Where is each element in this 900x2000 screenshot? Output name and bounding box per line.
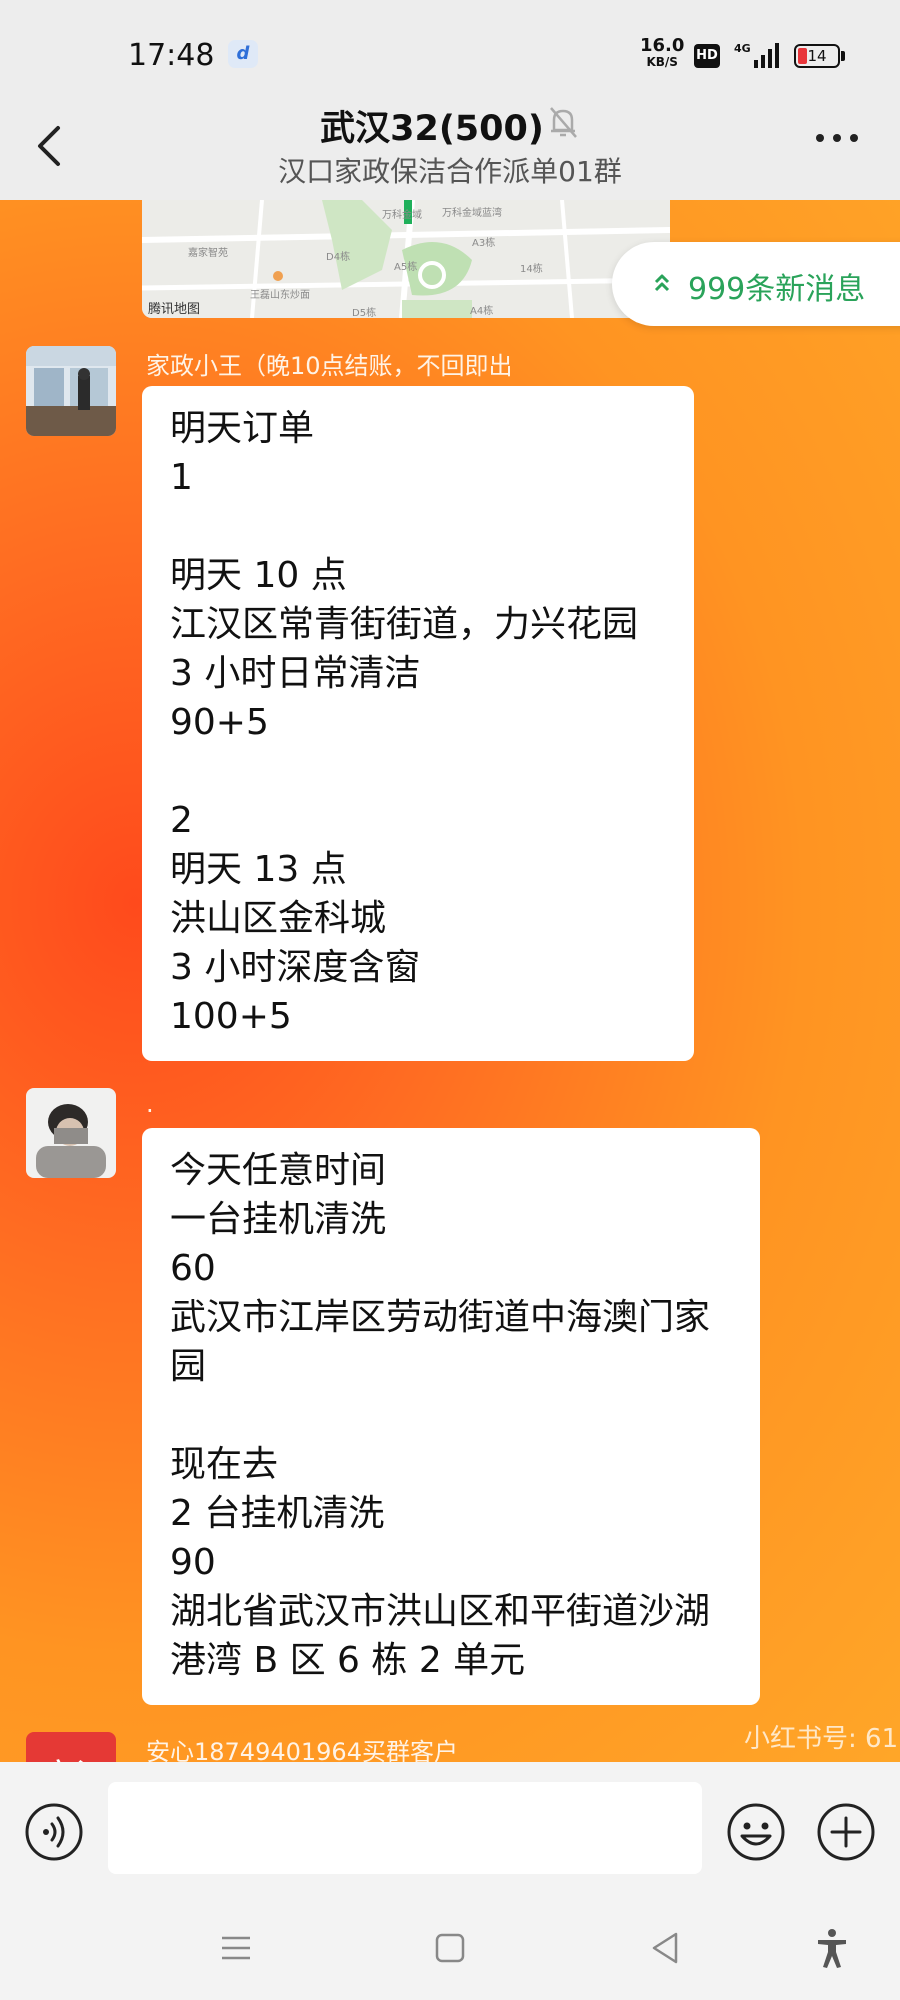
home-icon[interactable] (428, 1926, 472, 1970)
location-map-card[interactable]: 万科金域 万科金域蓝湾 嘉家智苑 D4栋 A3栋 A5栋 14栋 王磊山东炒面 … (142, 200, 670, 318)
message-line: 3 小时深度含窗 (170, 947, 421, 988)
avatar[interactable] (26, 1088, 116, 1178)
menu-icon[interactable] (214, 1926, 258, 1970)
message-line: 洪山区金科城 (170, 898, 387, 939)
sender-name: . (146, 1090, 154, 1118)
map-label: 王磊山东炒面 (250, 290, 310, 301)
map-label: D4栋 (326, 252, 351, 263)
message-line: 今天任意时间 (170, 1150, 387, 1191)
svg-text:4G: 4G (734, 42, 751, 55)
hd-badge: HD (694, 44, 720, 68)
message-bubble[interactable]: 明天订单 1 明天 10 点 江汉区常青街街道，力兴花园 3 小时日常清洁 90… (142, 386, 694, 1061)
message-line: 明天 10 点 (170, 555, 347, 596)
message-line: 港湾 B 区 6 栋 2 单元 (170, 1640, 526, 1681)
message-line: 1 (170, 457, 193, 498)
message-line: 2 (170, 800, 193, 841)
group-subtitle: 汉口家政保洁合作派单01群 (278, 155, 622, 188)
watermark-text: 小红书号: 61 (744, 1724, 899, 1754)
status-time: 17:48 (128, 38, 215, 73)
signal-4g-icon: 4G (734, 42, 779, 68)
map-label: 14栋 (520, 264, 543, 275)
avatar[interactable]: 安心 (26, 1732, 116, 1762)
message-line: 一台挂机清洗 (170, 1199, 387, 1240)
avatar[interactable] (26, 346, 116, 436)
message-line: 园 (170, 1346, 207, 1387)
message-line (170, 1391, 732, 1440)
chat-area[interactable]: 万科金域 万科金域蓝湾 嘉家智苑 D4栋 A3栋 A5栋 14栋 王磊山东炒面 … (0, 200, 900, 1762)
message-line: 明天 13 点 (170, 849, 347, 890)
message-line: 江汉区常青街街道，力兴花园 (170, 604, 639, 645)
more-icon[interactable] (814, 128, 860, 148)
map-label: 嘉家智苑 (188, 248, 228, 259)
map-label: A3栋 (472, 238, 496, 249)
message-line: 90+5 (170, 702, 269, 743)
battery-icon: 14 (794, 44, 840, 68)
network-speed: 16.0 KB/S (640, 35, 685, 70)
emoji-icon[interactable] (726, 1802, 786, 1862)
map-logo: 腾讯地图 (148, 302, 201, 317)
battery-level: 14 (807, 47, 827, 65)
voice-icon[interactable] (24, 1802, 84, 1862)
plus-icon[interactable] (816, 1802, 876, 1862)
accessibility-icon[interactable] (810, 1926, 854, 1970)
message-line: 明天订单 (170, 408, 315, 449)
group-title: 武汉32(500) (320, 109, 544, 149)
message-bubble[interactable]: 今天任意时间 一台挂机清洗 60 武汉市江岸区劳动街道中海澳门家 园 现在去 2… (142, 1128, 760, 1705)
message-line: 现在去 (170, 1444, 279, 1485)
message-line: 湖北省武汉市洪山区和平街道沙湖 (170, 1591, 711, 1632)
map-label: D5栋 (352, 308, 377, 318)
double-chevron-up-icon (654, 274, 670, 292)
map-label: 万科金域 (382, 210, 422, 221)
chat-header: 武汉32(500) 汉口家政保洁合作派单01群 (0, 92, 900, 200)
map-label: A4栋 (470, 306, 494, 317)
new-messages-button[interactable]: 999条新消息 (612, 242, 900, 326)
input-bar (0, 1762, 900, 1894)
message-input[interactable] (108, 1782, 702, 1874)
mute-bell-icon (550, 107, 577, 138)
back-triangle-icon[interactable] (644, 1926, 688, 1970)
message-line: 100+5 (170, 996, 292, 1037)
system-nav-bar (0, 1894, 900, 2000)
map-label: 万科金域蓝湾 (442, 208, 502, 219)
message-line: 60 (170, 1248, 216, 1289)
app-notification-icon: d (228, 40, 258, 68)
sender-name: 家政小王（晚10点结账，不回即出 (146, 352, 513, 380)
sender-name: 安心18749401964买群客户 (146, 1738, 458, 1762)
message-line (170, 502, 666, 551)
avatar-text: 安心 (26, 1752, 116, 1762)
message-line: 3 小时日常清洁 (170, 653, 421, 694)
map-label: A5栋 (394, 262, 418, 273)
message-line: 90 (170, 1542, 216, 1583)
new-messages-label: 999条新消息 (688, 272, 866, 307)
message-line: 2 台挂机清洗 (170, 1493, 385, 1534)
message-line: 武汉市江岸区劳动街道中海澳门家 (170, 1297, 711, 1338)
message-line (170, 747, 666, 796)
